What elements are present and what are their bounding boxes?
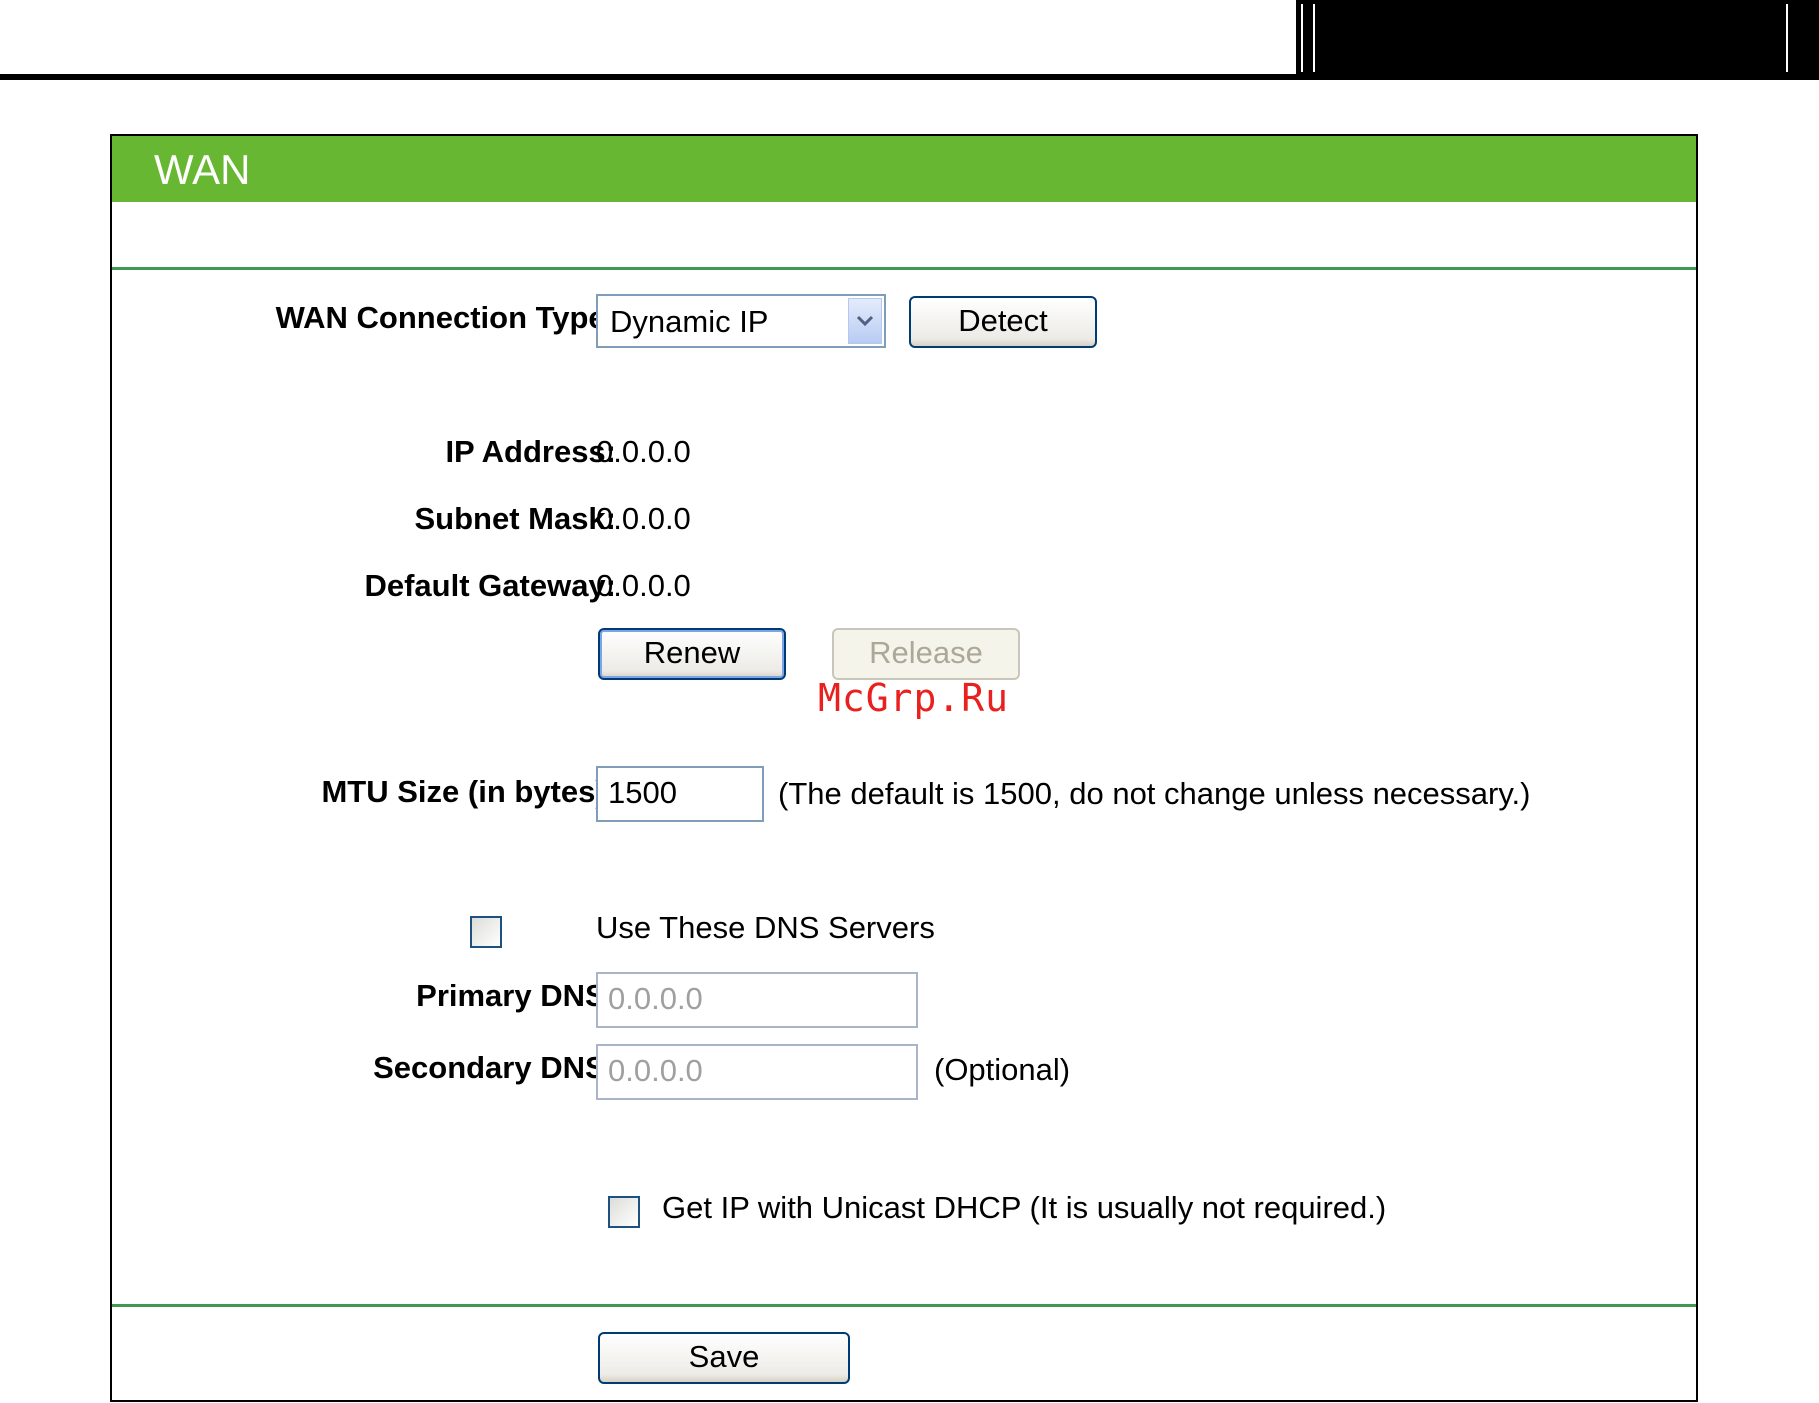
- primary-dns-input[interactable]: 0.0.0.0: [596, 972, 918, 1028]
- unicast-dhcp-label: Get IP with Unicast DHCP (It is usually …: [662, 1190, 1387, 1225]
- subnet-mask-value: 0.0.0.0: [596, 501, 691, 536]
- subnet-mask-label: Subnet Mask:: [414, 501, 616, 536]
- release-button[interactable]: Release: [832, 628, 1020, 680]
- default-gateway-label: Default Gateway:: [364, 568, 616, 603]
- ip-address-value: 0.0.0.0: [596, 434, 691, 469]
- mtu-label: MTU Size (in bytes):: [321, 774, 616, 809]
- ip-address-label: IP Address:: [445, 434, 616, 469]
- detect-button[interactable]: Detect: [909, 296, 1097, 348]
- unicast-dhcp-checkbox[interactable]: [608, 1196, 640, 1228]
- mtu-input[interactable]: 1500: [596, 766, 764, 822]
- secondary-dns-label: Secondary DNS:: [373, 1050, 616, 1085]
- title-bar: WAN: [112, 136, 1696, 202]
- connection-type-select[interactable]: Dynamic IP: [596, 294, 886, 348]
- save-button[interactable]: Save: [598, 1332, 850, 1384]
- header-block-notch-right: [1786, 4, 1800, 72]
- default-gateway-value: 0.0.0.0: [596, 568, 691, 603]
- bottom-divider: [112, 1304, 1696, 1307]
- chevron-down-icon[interactable]: [848, 298, 882, 344]
- mtu-hint: (The default is 1500, do not change unle…: [778, 776, 1531, 811]
- page-title: WAN: [154, 146, 251, 193]
- connection-type-label: WAN Connection Type:: [275, 300, 616, 335]
- header-block-notch-left: [1301, 4, 1315, 72]
- top-divider: [112, 267, 1696, 270]
- secondary-dns-optional: (Optional): [934, 1052, 1071, 1087]
- primary-dns-label: Primary DNS:: [416, 978, 616, 1013]
- use-dns-checkbox[interactable]: [470, 916, 502, 948]
- connection-type-selected: Dynamic IP: [610, 304, 769, 339]
- wan-settings-panel: WAN WAN Connection Type: Dynamic IP Dete…: [110, 134, 1698, 1402]
- watermark: McGrp.Ru: [818, 676, 1010, 720]
- page-header-block: [1296, 0, 1819, 78]
- secondary-dns-input[interactable]: 0.0.0.0: [596, 1044, 918, 1100]
- renew-button[interactable]: Renew: [598, 628, 786, 680]
- use-dns-label: Use These DNS Servers: [596, 910, 935, 945]
